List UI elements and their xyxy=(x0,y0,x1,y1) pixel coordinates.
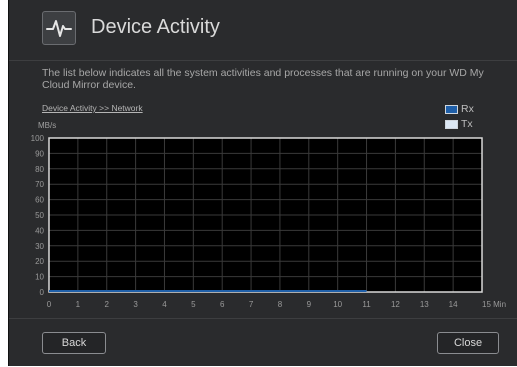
x-tick-label: 13 xyxy=(420,300,429,309)
x-tick-label: 0 xyxy=(47,300,52,309)
y-tick-label: 30 xyxy=(35,242,44,251)
dialog-header: Device Activity xyxy=(9,0,517,61)
close-button[interactable]: Close xyxy=(437,332,499,354)
legend-swatch-tx xyxy=(445,119,458,129)
y-tick-label: 60 xyxy=(35,196,44,205)
x-tick-label: 11 xyxy=(362,300,371,309)
dialog-footer: Back Close xyxy=(9,318,517,367)
x-tick-label: 4 xyxy=(162,300,167,309)
y-tick-label: 50 xyxy=(35,211,44,220)
y-tick-label: 90 xyxy=(35,149,44,158)
device-activity-dialog: Device Activity The list below indicates… xyxy=(8,0,517,366)
x-tick-label: 8 xyxy=(278,300,283,309)
activity-pulse-icon xyxy=(42,11,76,45)
network-activity-chart: 0 10 20 30 40 50 60 70 80 90 100 0 1 2 3 4 5 6 7 8 9 10 11 12 13… xyxy=(9,130,517,315)
dialog-title: Device Activity xyxy=(91,16,220,38)
legend-label-tx: Tx xyxy=(461,118,473,130)
x-tick-label: 9 xyxy=(307,300,312,309)
y-tick-label: 10 xyxy=(35,273,44,282)
y-tick-label: 100 xyxy=(31,134,45,143)
breadcrumb-link[interactable]: Device Activity >> Network xyxy=(42,103,143,113)
dialog-description: The list below indicates all the system … xyxy=(42,67,484,91)
legend-label-rx: Rx xyxy=(461,103,474,115)
x-tick-label: 14 xyxy=(449,300,458,309)
x-tick-label: 15 Min xyxy=(482,300,506,309)
y-axis-unit-label: MB/s xyxy=(38,121,57,130)
legend-swatch-rx xyxy=(445,104,458,114)
x-tick-label: 12 xyxy=(391,300,400,309)
y-tick-label: 20 xyxy=(35,257,44,266)
legend-item-rx: Rx xyxy=(445,103,474,115)
y-tick-label: 80 xyxy=(35,165,44,174)
x-tick-label: 2 xyxy=(105,300,110,309)
x-tick-label: 5 xyxy=(191,300,196,309)
y-tick-label: 0 xyxy=(40,288,45,297)
x-tick-label: 3 xyxy=(133,300,138,309)
x-tick-label: 10 xyxy=(333,300,342,309)
chart-svg: 01020304050607080901000 1 2 3 4 5 6 7 8 9 10 11 12 13… xyxy=(31,134,506,309)
x-tick-label: 6 xyxy=(220,300,225,309)
x-tick-label: 1 xyxy=(76,300,81,309)
back-button[interactable]: Back xyxy=(42,332,106,354)
x-tick-label: 7 xyxy=(249,300,254,309)
legend-item-tx: Tx xyxy=(445,118,473,130)
y-tick-label: 70 xyxy=(35,180,44,189)
y-tick-label: 40 xyxy=(35,226,44,235)
